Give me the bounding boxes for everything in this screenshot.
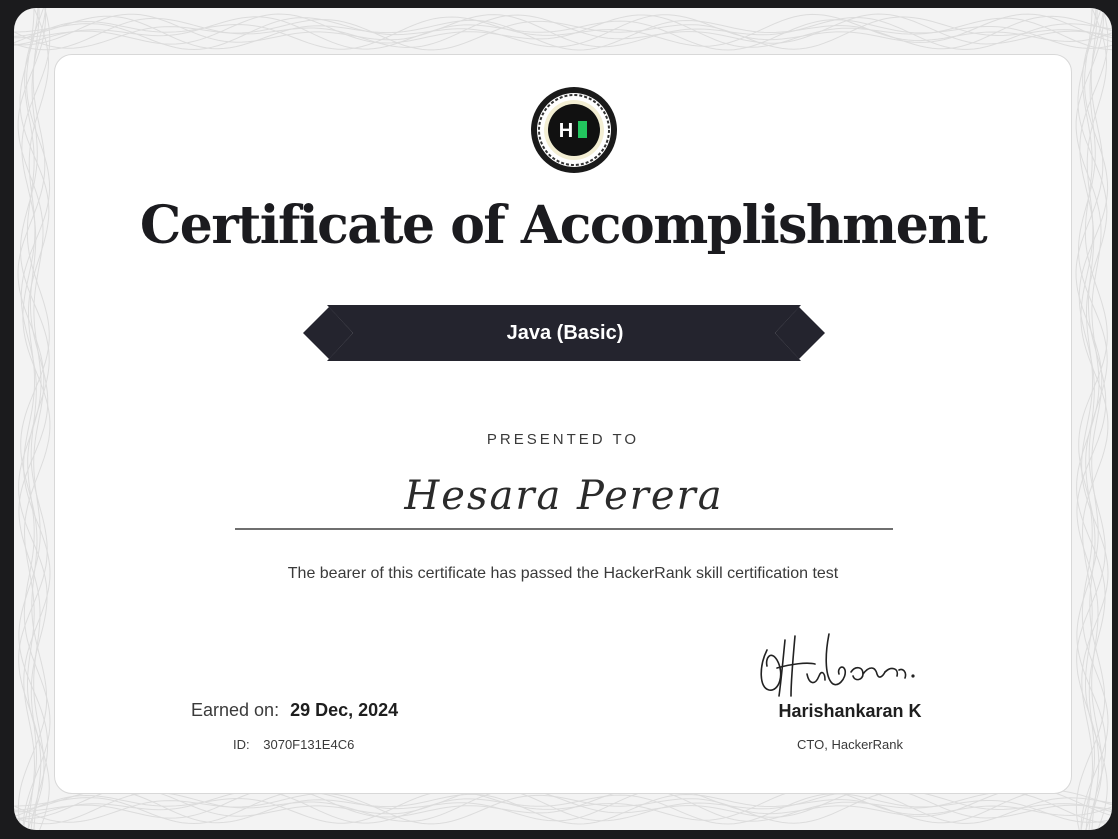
certificate-body: H Certificate of Accomplishment Java (Ba… bbox=[54, 54, 1072, 794]
earned-label: Earned on: bbox=[191, 700, 280, 720]
hackerrank-logo-icon: H bbox=[531, 87, 617, 173]
certificate-title: Certificate of Accomplishment bbox=[139, 195, 988, 256]
signer-name: Harishankaran K bbox=[778, 701, 922, 721]
certificate-statement: The bearer of this certificate has passe… bbox=[287, 565, 839, 582]
logo-letter: H bbox=[559, 120, 573, 142]
signature-icon bbox=[760, 633, 915, 697]
certificate: H Certificate of Accomplishment Java (Ba… bbox=[14, 8, 1112, 830]
recipient-name: Hesara Perera bbox=[404, 473, 724, 519]
name-underline bbox=[235, 528, 893, 530]
id-value: 3070F131E4C6 bbox=[263, 737, 355, 752]
certificate-id: ID: 3070F131E4C6 bbox=[233, 737, 354, 752]
earned-date: 29 Dec, 2024 bbox=[290, 700, 399, 720]
earned-on: Earned on: 29 Dec, 2024 bbox=[191, 700, 398, 721]
signer-title: CTO, HackerRank bbox=[797, 737, 903, 752]
skill-name: Java (Basic) bbox=[506, 322, 624, 344]
id-label: ID: bbox=[233, 737, 250, 752]
presented-to-label: PRESENTED TO bbox=[486, 431, 640, 448]
